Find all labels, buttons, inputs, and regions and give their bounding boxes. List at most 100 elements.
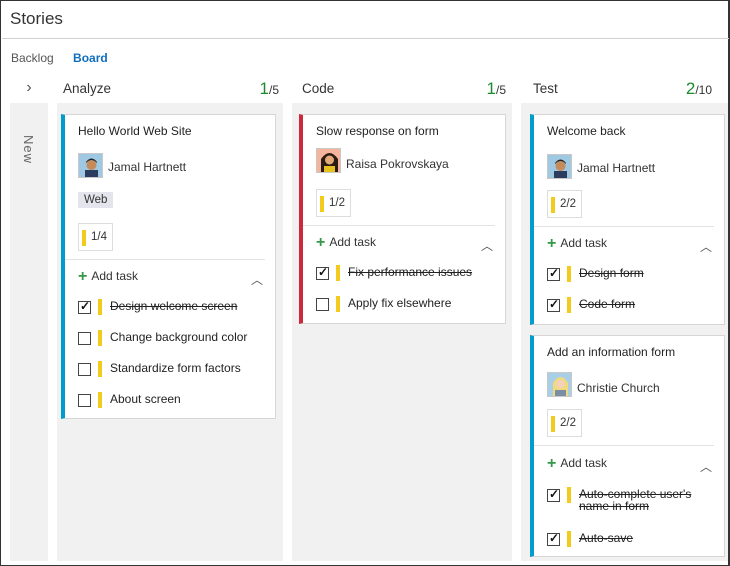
task-name[interactable]: Code form <box>579 298 635 310</box>
task-name[interactable]: Standardize form factors <box>110 362 241 374</box>
header-divider <box>2 38 729 39</box>
task-name[interactable]: About screen <box>110 393 181 405</box>
task-color-bar <box>567 531 571 547</box>
add-task-button[interactable]: + Add task <box>547 455 607 473</box>
add-task-label: Add task <box>560 456 608 470</box>
task-color-bar <box>336 265 340 281</box>
view-tabs: Backlog Board <box>11 51 124 65</box>
task-checkbox[interactable]: ✓ <box>547 266 560 281</box>
task-item[interactable]: ✓ Design form <box>547 266 716 284</box>
task-checkbox[interactable] <box>78 394 91 407</box>
wip-limit: 2/10 <box>686 79 712 99</box>
add-task-label: Add task <box>329 235 377 249</box>
bug-card[interactable]: Slow response on form Raisa Pokrovskaya … <box>299 114 506 324</box>
card-divider <box>303 225 495 226</box>
assignee-name: Christie Church <box>577 381 660 395</box>
task-color-bar <box>567 266 571 282</box>
avatar <box>547 372 572 397</box>
task-item[interactable]: About screen <box>78 392 267 410</box>
add-task-button[interactable]: + Add task <box>78 268 138 286</box>
check-icon: ✓ <box>549 297 560 311</box>
story-card[interactable]: Add an information form Christie Church … <box>530 335 725 557</box>
wip-count: 1 <box>259 79 269 98</box>
task-progress[interactable]: 2/2 <box>547 190 582 218</box>
progress-text: 2/2 <box>560 198 576 210</box>
task-checkbox[interactable]: ✓ <box>547 487 560 502</box>
card-title[interactable]: Welcome back <box>547 124 625 138</box>
task-item[interactable]: ✓ Auto-save <box>547 531 716 549</box>
task-name[interactable]: Auto-complete user's name in form <box>579 488 691 512</box>
task-item[interactable]: Change background color <box>78 330 267 348</box>
task-checkbox[interactable] <box>78 332 91 345</box>
task-name[interactable]: Design welcome screen <box>110 300 237 312</box>
check-icon: ✓ <box>80 299 91 313</box>
progress-text: 1/2 <box>329 197 345 209</box>
task-progress[interactable]: 1/2 <box>316 189 351 217</box>
progress-text: 1/4 <box>91 231 107 243</box>
task-name[interactable]: Fix performance issues <box>348 266 472 278</box>
column-name: Analyze <box>63 81 112 96</box>
tab-board[interactable]: Board <box>73 51 108 65</box>
task-checkbox[interactable]: ✓ <box>547 297 560 312</box>
task-progress[interactable]: 1/4 <box>78 223 113 251</box>
chevron-right-icon: › <box>26 79 32 96</box>
task-name[interactable]: Change background color <box>110 331 247 343</box>
task-color-bar <box>98 392 102 408</box>
task-color-bar <box>336 296 340 312</box>
story-card[interactable]: Hello World Web Site Jamal Hartnett Web … <box>61 114 276 419</box>
add-task-button[interactable]: + Add task <box>547 235 607 253</box>
task-name-line-2: name in form <box>579 499 650 513</box>
task-checkbox[interactable]: ✓ <box>78 299 91 314</box>
task-item[interactable]: Apply fix elsewhere <box>316 296 497 314</box>
column-name: Code <box>302 81 335 96</box>
tab-backlog[interactable]: Backlog <box>11 51 54 65</box>
page-title: Stories <box>10 9 63 28</box>
column-name: Test <box>533 81 558 96</box>
task-checkbox[interactable] <box>316 298 329 311</box>
check-icon: ✓ <box>318 265 329 279</box>
task-color-bar <box>567 487 571 503</box>
wip-limit: 1/5 <box>487 79 506 99</box>
collapse-tasks-icon[interactable]: ︿ <box>251 271 263 288</box>
column-header: Code 1/5 <box>292 75 512 103</box>
add-task-button[interactable]: + Add task <box>316 234 376 252</box>
task-item[interactable]: ✓ Fix performance issues <box>316 265 497 283</box>
collapse-tasks-icon[interactable]: ︿ <box>700 458 712 475</box>
check-icon: ✓ <box>549 266 560 280</box>
plus-icon: + <box>547 235 557 252</box>
task-name[interactable]: Design form <box>579 267 644 279</box>
task-name[interactable]: Auto-save <box>579 532 633 544</box>
column-header: Test 2/10 <box>521 75 728 103</box>
column-header: Analyze 1/5 <box>57 75 283 103</box>
task-checkbox[interactable] <box>78 363 91 376</box>
wip-limit: 1/5 <box>260 79 279 99</box>
new-column-label: New <box>21 135 36 165</box>
task-item[interactable]: ✓ Code form <box>547 297 716 315</box>
collapse-tasks-icon[interactable]: ︿ <box>481 237 493 254</box>
wip-count: 2 <box>685 79 696 98</box>
check-icon: ✓ <box>549 487 560 501</box>
task-progress[interactable]: 2/2 <box>547 409 582 437</box>
task-item[interactable]: ✓ Design welcome screen <box>78 299 267 317</box>
task-item[interactable]: Standardize form factors <box>78 361 267 379</box>
assignee-name: Raisa Pokrovskaya <box>346 157 449 171</box>
assignee-name: Jamal Hartnett <box>108 160 187 174</box>
task-name[interactable]: Apply fix elsewhere <box>348 297 451 309</box>
card-title[interactable]: Slow response on form <box>316 124 439 138</box>
tag-web[interactable]: Web <box>78 192 114 208</box>
task-checkbox[interactable]: ✓ <box>547 531 560 546</box>
add-task-label: Add task <box>91 269 139 283</box>
collapse-tasks-icon[interactable]: ︿ <box>700 238 712 255</box>
expand-new-column-button[interactable]: › <box>10 75 48 103</box>
story-card[interactable]: Welcome back Jamal Hartnett 2/2 + Add tas… <box>530 114 725 325</box>
progress-bar <box>551 416 555 432</box>
task-item[interactable]: ✓ Auto-complete user's name in form <box>547 487 716 515</box>
task-checkbox[interactable]: ✓ <box>316 265 329 280</box>
assignee-name: Jamal Hartnett <box>577 161 656 175</box>
task-color-bar <box>98 361 102 377</box>
card-title[interactable]: Add an information form <box>547 345 675 359</box>
wip-max: /10 <box>695 83 712 97</box>
avatar <box>547 154 572 179</box>
wip-max: /5 <box>268 83 279 97</box>
card-title[interactable]: Hello World Web Site <box>78 124 192 138</box>
